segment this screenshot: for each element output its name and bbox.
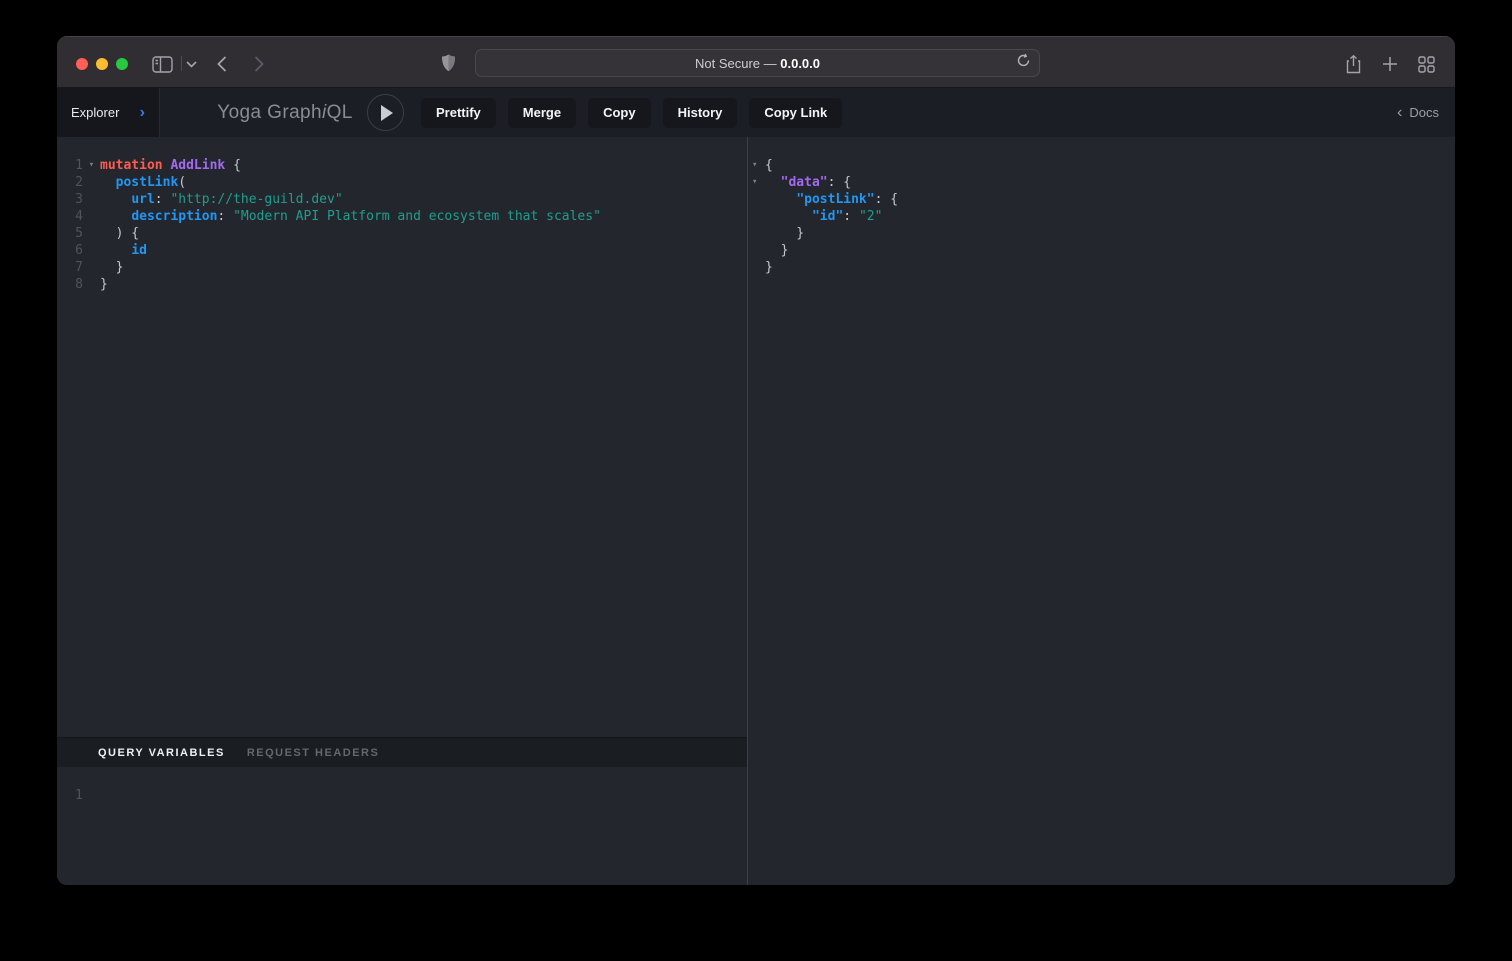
query-editor[interactable]: 1▾mutation AddLink {2 postLink(3 url: "h… bbox=[57, 137, 747, 737]
docs-button[interactable]: ‹ Docs bbox=[1397, 88, 1439, 137]
toolbar-buttons: Prettify Merge Copy History Copy Link bbox=[421, 88, 842, 137]
code-text: id bbox=[100, 242, 147, 259]
code-text: "postLink": { bbox=[765, 191, 898, 208]
fold-gutter bbox=[83, 276, 100, 293]
code-text: description: "Modern API Platform and ec… bbox=[100, 208, 601, 225]
fold-gutter bbox=[752, 208, 765, 225]
zoom-window-button[interactable] bbox=[116, 58, 128, 70]
main-content: 1▾mutation AddLink {2 postLink(3 url: "h… bbox=[57, 137, 1455, 885]
line-number: 1 bbox=[57, 157, 83, 174]
merge-button[interactable]: Merge bbox=[508, 98, 576, 128]
chevron-down-icon[interactable] bbox=[186, 61, 197, 68]
code-text: } bbox=[765, 242, 788, 259]
new-tab-icon[interactable] bbox=[1382, 56, 1398, 72]
address-bar-text: Not Secure — 0.0.0.0 bbox=[695, 56, 820, 71]
editor-pane: 1▾mutation AddLink {2 postLink(3 url: "h… bbox=[57, 137, 748, 885]
browser-window: Not Secure — 0.0.0.0 bbox=[57, 36, 1455, 885]
code-line: ▾{ bbox=[748, 157, 1455, 174]
forward-button-icon[interactable] bbox=[254, 56, 264, 72]
fold-gutter bbox=[752, 191, 765, 208]
tab-overview-icon[interactable] bbox=[1418, 56, 1435, 73]
execute-query-button[interactable] bbox=[367, 94, 404, 131]
code-line: 4 description: "Modern API Platform and … bbox=[57, 208, 747, 225]
code-line: 1 bbox=[57, 787, 747, 804]
explorer-label: Explorer bbox=[71, 105, 119, 120]
history-button[interactable]: History bbox=[663, 98, 738, 128]
code-text: { bbox=[765, 157, 773, 174]
prettify-button[interactable]: Prettify bbox=[421, 98, 496, 128]
line-number: 7 bbox=[57, 259, 83, 276]
copy-link-button[interactable]: Copy Link bbox=[749, 98, 842, 128]
code-text: } bbox=[765, 225, 804, 242]
code-line: ▾ "data": { bbox=[748, 174, 1455, 191]
line-number: 5 bbox=[57, 225, 83, 242]
code-text: "id": "2" bbox=[765, 208, 882, 225]
docs-label: Docs bbox=[1409, 105, 1439, 120]
code-text: postLink( bbox=[100, 174, 186, 191]
back-button-icon[interactable] bbox=[217, 56, 227, 72]
code-line: "postLink": { bbox=[748, 191, 1455, 208]
sidebar-toggle-icon[interactable] bbox=[152, 56, 173, 73]
graphiql-toolbar: Explorer › Yoga GraphiQL Prettify Merge … bbox=[57, 88, 1455, 137]
response-viewer: ▾{▾ "data": { "postLink": { "id": "2" } … bbox=[748, 137, 1455, 885]
line-number: 8 bbox=[57, 276, 83, 293]
code-line: "id": "2" bbox=[748, 208, 1455, 225]
close-window-button[interactable] bbox=[76, 58, 88, 70]
address-bar[interactable]: Not Secure — 0.0.0.0 bbox=[475, 49, 1040, 77]
reload-icon[interactable] bbox=[1017, 54, 1030, 73]
code-text: url: "http://the-guild.dev" bbox=[100, 191, 343, 208]
code-line: 1▾mutation AddLink { bbox=[57, 157, 747, 174]
fold-arrow-icon[interactable]: ▾ bbox=[752, 174, 765, 191]
code-line: 5 ) { bbox=[57, 225, 747, 242]
fold-gutter bbox=[752, 225, 765, 242]
chevron-left-icon: ‹ bbox=[1397, 104, 1402, 122]
code-line: } bbox=[748, 259, 1455, 276]
tab-query-variables[interactable]: QUERY VARIABLES bbox=[98, 747, 225, 759]
fold-gutter bbox=[83, 242, 100, 259]
fold-gutter bbox=[83, 259, 100, 276]
query-variables-editor[interactable]: 1 bbox=[57, 767, 747, 885]
secondary-editor-tabs: QUERY VARIABLES REQUEST HEADERS bbox=[57, 737, 747, 767]
code-line: 2 postLink( bbox=[57, 174, 747, 191]
tab-request-headers[interactable]: REQUEST HEADERS bbox=[247, 747, 380, 759]
fold-arrow-icon[interactable]: ▾ bbox=[752, 157, 765, 174]
code-line: } bbox=[748, 242, 1455, 259]
minimize-window-button[interactable] bbox=[96, 58, 108, 70]
line-number: 1 bbox=[57, 787, 93, 804]
fold-gutter bbox=[752, 259, 765, 276]
line-number: 2 bbox=[57, 174, 83, 191]
code-text: ) { bbox=[100, 225, 139, 242]
play-icon bbox=[381, 105, 393, 121]
code-text: } bbox=[100, 259, 123, 276]
browser-chrome: Not Secure — 0.0.0.0 bbox=[57, 36, 1455, 88]
code-text: } bbox=[765, 259, 773, 276]
line-number: 6 bbox=[57, 242, 83, 259]
privacy-shield-icon[interactable] bbox=[441, 54, 456, 72]
share-icon[interactable] bbox=[1345, 55, 1362, 74]
code-line: } bbox=[748, 225, 1455, 242]
fold-gutter bbox=[83, 208, 100, 225]
explorer-toggle[interactable]: Explorer › bbox=[57, 88, 160, 137]
chevron-right-icon: › bbox=[140, 104, 145, 122]
divider bbox=[181, 56, 182, 71]
fold-arrow-icon[interactable]: ▾ bbox=[83, 157, 100, 174]
copy-button[interactable]: Copy bbox=[588, 98, 651, 128]
fold-gutter bbox=[83, 174, 100, 191]
code-text: mutation AddLink { bbox=[100, 157, 241, 174]
fold-gutter bbox=[83, 225, 100, 242]
code-line: 7 } bbox=[57, 259, 747, 276]
code-text: "data": { bbox=[765, 174, 851, 191]
line-number: 4 bbox=[57, 208, 83, 225]
line-number: 3 bbox=[57, 191, 83, 208]
code-line: 6 id bbox=[57, 242, 747, 259]
code-text: } bbox=[100, 276, 108, 293]
code-line: 8} bbox=[57, 276, 747, 293]
fold-gutter bbox=[752, 242, 765, 259]
fold-gutter bbox=[83, 191, 100, 208]
code-line: 3 url: "http://the-guild.dev" bbox=[57, 191, 747, 208]
